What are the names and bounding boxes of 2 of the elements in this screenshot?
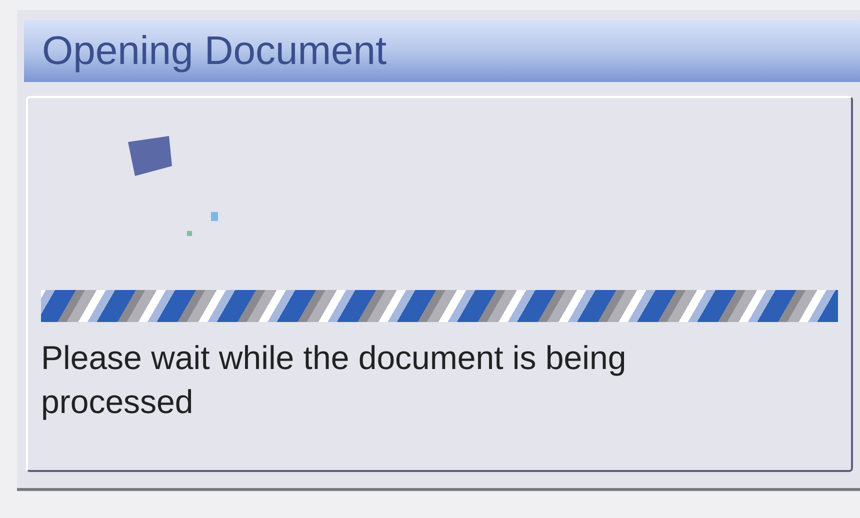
- status-message: Please wait while the document is being processed: [41, 338, 628, 422]
- dialog-title: Opening Document: [42, 28, 387, 74]
